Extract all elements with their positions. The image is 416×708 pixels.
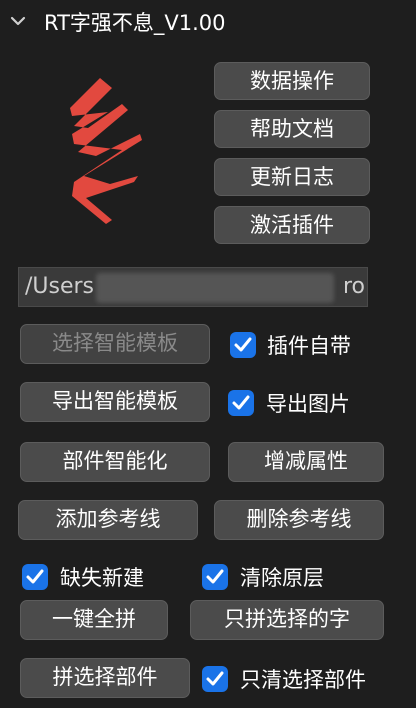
path-prefix: /Users <box>25 274 95 299</box>
add-guides-button[interactable]: 添加参考线 <box>18 500 198 540</box>
only-clear-selected-label[interactable]: 只清选择部件 <box>240 666 366 694</box>
only-selected-chars-button[interactable]: 只拼选择的字 <box>190 600 384 640</box>
select-smart-template-button[interactable]: 选择智能模板 <box>20 324 210 364</box>
path-redaction <box>96 273 334 303</box>
checkmark-icon <box>232 395 250 410</box>
clear-original-checkbox[interactable] <box>202 564 228 590</box>
export-image-checkbox[interactable] <box>228 390 254 416</box>
panel-title: RT字强不息_V1.00 <box>44 11 226 35</box>
plugin-builtin-label[interactable]: 插件自带 <box>267 332 351 360</box>
clear-original-label[interactable]: 清除原层 <box>240 564 324 592</box>
chevron-down-icon[interactable] <box>10 13 26 31</box>
data-ops-button[interactable]: 数据操作 <box>214 62 370 100</box>
plugin-logo <box>66 74 148 226</box>
delete-guides-button[interactable]: 删除参考线 <box>214 500 384 540</box>
checkmark-icon <box>206 569 224 584</box>
activate-plugin-button[interactable]: 激活插件 <box>214 206 370 244</box>
export-smart-template-button[interactable]: 导出智能模板 <box>20 382 210 422</box>
assemble-selected-parts-button[interactable]: 拼选择部件 <box>20 658 190 698</box>
checkmark-icon <box>234 337 252 352</box>
plugin-builtin-checkbox[interactable] <box>230 332 256 358</box>
export-image-label[interactable]: 导出图片 <box>266 390 350 418</box>
help-docs-button[interactable]: 帮助文档 <box>214 110 370 148</box>
missing-new-checkbox[interactable] <box>22 564 48 590</box>
update-log-button[interactable]: 更新日志 <box>214 158 370 196</box>
component-smart-button[interactable]: 部件智能化 <box>20 442 210 482</box>
checkmark-icon <box>26 569 44 584</box>
only-clear-selected-checkbox[interactable] <box>202 666 228 692</box>
add-remove-attrs-button[interactable]: 增减属性 <box>228 442 384 482</box>
one-click-all-button[interactable]: 一键全拼 <box>20 600 168 640</box>
missing-new-label[interactable]: 缺失新建 <box>60 564 144 592</box>
path-suffix: ro <box>342 274 365 299</box>
panel-header[interactable]: RT字强不息_V1.00 <box>0 0 416 46</box>
checkmark-icon <box>206 671 224 686</box>
